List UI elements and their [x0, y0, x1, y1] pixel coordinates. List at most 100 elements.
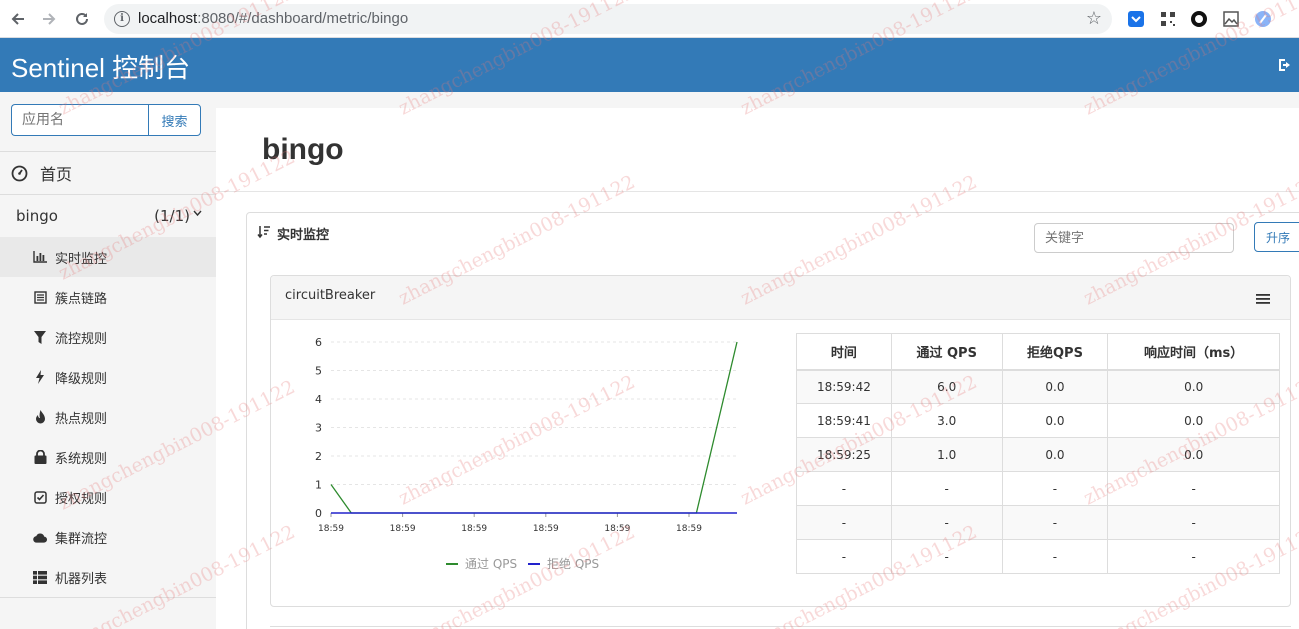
extension-blue-icon[interactable] — [1127, 10, 1145, 28]
app-search: 搜索 — [11, 104, 201, 136]
extension-circle-icon[interactable] — [1190, 10, 1208, 28]
sidebar-item-cluster-flow[interactable]: 集群流控 — [0, 517, 216, 557]
app-search-input[interactable] — [11, 104, 148, 136]
table-row: 18:59:41 3.0 0.0 0.0 — [796, 403, 1280, 438]
app-title[interactable]: Sentinel 控制台 — [11, 48, 190, 85]
menu-label: 授权规则 — [55, 491, 108, 507]
menu-label: 簇点链路 — [55, 291, 108, 307]
sidebar: 搜索 首页 bingo (1/1) 实时监控 簇点链路 流控规则 降级规则 热点… — [0, 92, 216, 629]
logout-icon[interactable] — [1277, 57, 1293, 73]
sort-asc-button[interactable]: 升序 — [1254, 222, 1299, 252]
sidebar-item-hotspot-rules[interactable]: 热点规则 — [0, 397, 216, 437]
table-cell: 18:59:41 — [796, 403, 892, 438]
column-header[interactable]: 响应时间（ms） — [1107, 333, 1280, 371]
sidebar-divider — [0, 597, 216, 598]
table-cell: 0.0 — [1001, 437, 1109, 472]
keyword-search-input[interactable] — [1034, 223, 1234, 253]
app-name: bingo — [16, 207, 58, 225]
table-cell: - — [796, 505, 892, 540]
bar-chart-icon — [33, 250, 47, 264]
menu-label: 降级规则 — [55, 371, 108, 387]
table-cell: - — [1107, 471, 1280, 506]
table-cell: 3.0 — [890, 403, 1003, 438]
table-cell: 1.0 — [890, 437, 1003, 472]
table-cell: 0.0 — [1107, 403, 1280, 438]
column-header[interactable]: 通过 QPS — [890, 333, 1003, 371]
table-cell: 0.0 — [1107, 369, 1280, 404]
list-icon — [33, 290, 47, 304]
title-divider — [216, 191, 1299, 192]
info-icon[interactable]: i — [114, 11, 130, 27]
table-cell: 0.0 — [1001, 403, 1109, 438]
table-row: 18:59:25 1.0 0.0 0.0 — [796, 437, 1280, 472]
x-tick-label: 18:59 — [533, 524, 559, 534]
table-cell: 0.0 — [1107, 437, 1280, 472]
hamburger-menu-icon[interactable] — [1256, 293, 1270, 305]
sidebar-item-resource-chain[interactable]: 簇点链路 — [0, 277, 216, 317]
table-cell: - — [1107, 505, 1280, 540]
legend-label: 拒绝 QPS — [547, 556, 599, 571]
table-cell: - — [796, 539, 892, 574]
sidebar-app-bingo[interactable]: bingo (1/1) — [0, 195, 216, 237]
legend-label: 通过 QPS — [465, 557, 517, 571]
x-tick-label: 18:59 — [461, 524, 487, 534]
flash-icon — [33, 370, 47, 384]
menu-label: 流控规则 — [55, 331, 108, 347]
browser-toolbar: i localhost:8080/#/dashboard/metric/bing… — [0, 0, 1299, 38]
th-list-icon — [33, 570, 47, 584]
forward-icon[interactable] — [37, 7, 61, 31]
sidebar-item-system-rules[interactable]: 系统规则 — [0, 437, 216, 477]
sidebar-item-degrade-rules[interactable]: 降级规则 — [0, 357, 216, 397]
menu-label: 热点规则 — [55, 411, 108, 427]
table-row: ---- — [796, 505, 1280, 540]
sidebar-item-realtime-monitor[interactable]: 实时监控 — [0, 237, 216, 277]
resource-name: circuitBreaker — [285, 288, 376, 303]
x-tick-label: 18:59 — [390, 524, 416, 534]
table-cell: - — [1001, 471, 1109, 506]
table-cell: 6.0 — [890, 369, 1003, 404]
column-header[interactable]: 拒绝QPS — [1001, 333, 1109, 371]
table-cell: 0.0 — [1001, 369, 1109, 404]
sidebar-item-label: 首页 — [40, 165, 73, 184]
app-menu: 实时监控 簇点链路 流控规则 降级规则 热点规则 系统规则 授权规则 集群流控 — [0, 237, 216, 597]
extension-globe-icon[interactable] — [1254, 10, 1272, 28]
table-cell: - — [1001, 539, 1109, 574]
table-row: 18:59:42 6.0 0.0 0.0 — [796, 369, 1280, 404]
extension-image-icon[interactable] — [1222, 10, 1240, 28]
menu-label: 实时监控 — [55, 251, 108, 267]
sidebar-item-machine-list[interactable]: 机器列表 — [0, 557, 216, 597]
x-tick-label: 18:59 — [604, 524, 630, 534]
sidebar-item-auth-rules[interactable]: 授权规则 — [0, 477, 216, 517]
chevron-down-icon — [193, 210, 202, 217]
table-cell: - — [796, 471, 892, 506]
back-icon[interactable] — [6, 7, 30, 31]
reload-icon[interactable] — [70, 7, 94, 31]
check-icon — [33, 490, 47, 504]
table-cell: 18:59:42 — [796, 369, 892, 404]
bookmark-star-icon[interactable]: ☆ — [1086, 8, 1102, 29]
app-machine-count: (1/1) — [154, 207, 190, 225]
sidebar-item-home[interactable]: 首页 — [0, 152, 216, 194]
table-cell: - — [1107, 539, 1280, 574]
table-cell: - — [890, 471, 1003, 506]
column-header[interactable]: 时间 — [796, 333, 892, 371]
y-tick-label: 3 — [315, 422, 322, 435]
fire-icon — [33, 410, 47, 424]
y-tick-label: 2 — [315, 450, 322, 463]
cloud-icon — [33, 530, 47, 544]
url-text: localhost:8080/#/dashboard/metric/bingo — [138, 10, 409, 27]
x-tick-label: 18:59 — [676, 524, 702, 534]
sort-icon — [257, 226, 270, 239]
lock-icon — [33, 450, 47, 464]
sidebar-item-flow-rules[interactable]: 流控规则 — [0, 317, 216, 357]
table-cell: 18:59:25 — [796, 437, 892, 472]
y-tick-label: 6 — [315, 336, 322, 349]
menu-label: 机器列表 — [55, 571, 108, 587]
qr-code-icon[interactable] — [1159, 10, 1177, 28]
y-tick-label: 5 — [315, 365, 322, 378]
table-cell: - — [890, 539, 1003, 574]
y-tick-label: 1 — [315, 479, 322, 492]
search-button[interactable]: 搜索 — [148, 104, 201, 136]
address-bar[interactable]: i localhost:8080/#/dashboard/metric/bing… — [104, 4, 1112, 34]
page-title: bingo — [262, 133, 344, 166]
